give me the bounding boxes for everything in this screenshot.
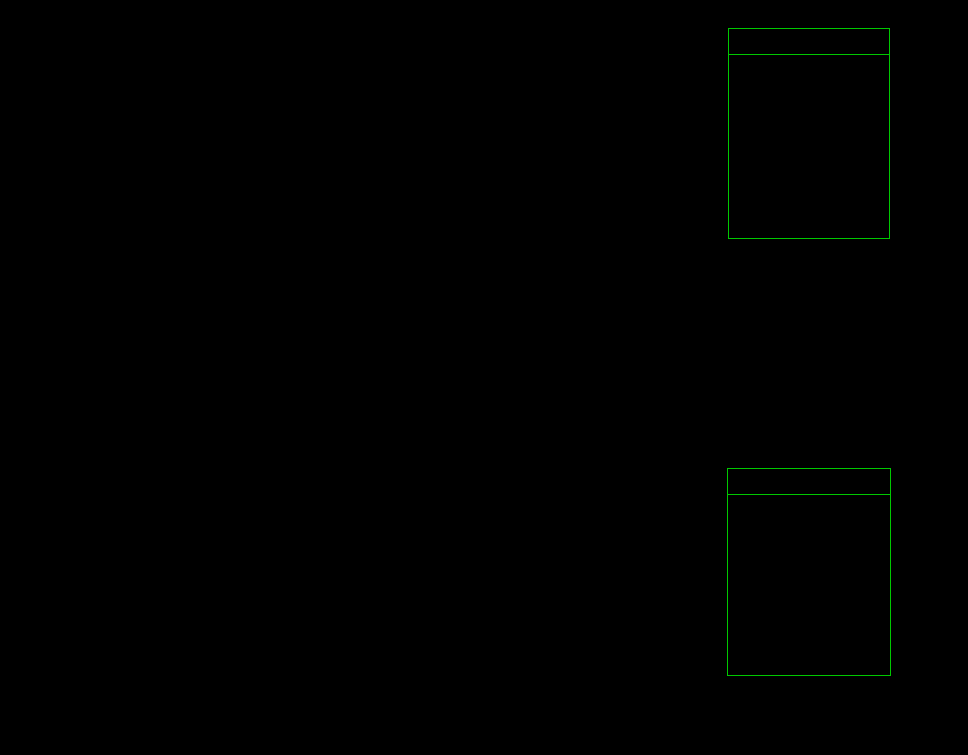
thumbnail-caption-eliminate	[337, 433, 592, 447]
thumbnail-caption-evidence	[642, 433, 890, 447]
autoscala-table-header	[729, 29, 889, 55]
autoscala-window	[0, 0, 968, 755]
autoscala-output-table	[728, 28, 890, 239]
aip-table-header	[728, 469, 890, 495]
thumbnail-caption-original	[35, 433, 288, 447]
aip-output-table	[727, 468, 891, 676]
